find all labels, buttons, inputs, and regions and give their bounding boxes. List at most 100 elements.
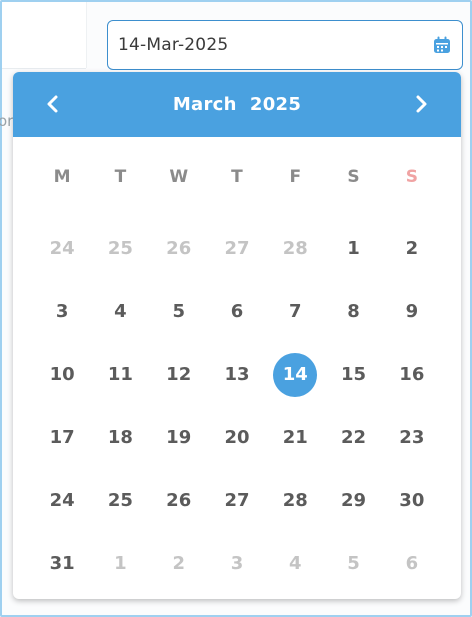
calendar-week-row: 24 25 26 27 28 1 2 — [33, 217, 461, 280]
day-button[interactable]: 23 — [390, 416, 434, 460]
next-month-button[interactable] — [407, 90, 435, 118]
day-button[interactable]: 5 — [157, 290, 201, 334]
day-button[interactable]: 7 — [273, 290, 317, 334]
day-button[interactable]: 28 — [273, 227, 317, 271]
day-cell: 2 — [150, 532, 208, 595]
day-cell: 17 — [33, 406, 91, 469]
day-cell: 29 — [324, 469, 382, 532]
day-button[interactable]: 17 — [40, 416, 84, 460]
day-button[interactable]: 6 — [215, 290, 259, 334]
weekday-label: F — [289, 167, 302, 187]
day-button[interactable]: 22 — [332, 416, 376, 460]
day-cell: 8 — [324, 280, 382, 343]
weekday-label: S — [347, 167, 360, 187]
day-button[interactable]: 4 — [273, 542, 317, 586]
day-button[interactable]: 29 — [332, 479, 376, 523]
day-cell: 26 — [150, 217, 208, 280]
day-cell: 16 — [383, 343, 441, 406]
day-button[interactable]: 1 — [332, 227, 376, 271]
day-button[interactable]: 6 — [390, 542, 434, 586]
day-button[interactable]: 31 — [40, 542, 84, 586]
day-cell: 1 — [324, 217, 382, 280]
day-button[interactable]: 5 — [332, 542, 376, 586]
day-button[interactable]: 28 — [273, 479, 317, 523]
day-button[interactable]: 15 — [332, 353, 376, 397]
calendar-week-row: 31 1 2 3 4 5 6 — [33, 532, 461, 595]
chevron-right-icon[interactable] — [413, 94, 429, 114]
calendar-grid: M T W T F S S 24 25 26 27 28 1 2 3 4 5 6 7 8 9 10 11 12 1… — [13, 137, 461, 595]
day-cell: 27 — [208, 217, 266, 280]
datepicker-popup: March 2025 M T W T F S S 24 25 26 27 28 1 2 3 4 5… — [13, 72, 461, 599]
calendar-icon[interactable] — [432, 35, 452, 55]
day-button[interactable]: 3 — [215, 542, 259, 586]
month-year-title: March 2025 — [173, 94, 301, 115]
day-cell: 9 — [383, 280, 441, 343]
day-button[interactable]: 27 — [215, 227, 259, 271]
day-cell: 25 — [91, 469, 149, 532]
day-button[interactable]: 11 — [98, 353, 142, 397]
day-button[interactable]: 24 — [40, 479, 84, 523]
day-button[interactable]: 26 — [157, 479, 201, 523]
calendar-weeks: 24 25 26 27 28 1 2 3 4 5 6 7 8 9 10 11 12 13 14 15 16 17 18 19 2… — [33, 217, 461, 595]
day-cell: 27 — [208, 469, 266, 532]
day-button[interactable]: 3 — [40, 290, 84, 334]
day-button[interactable]: 10 — [40, 353, 84, 397]
day-cell: 26 — [150, 469, 208, 532]
day-cell: 20 — [208, 406, 266, 469]
background-divider — [2, 68, 86, 69]
day-button[interactable]: 21 — [273, 416, 317, 460]
day-cell: 10 — [33, 343, 91, 406]
month-label: March — [172, 94, 237, 115]
day-cell: 1 — [91, 532, 149, 595]
year-label: 2025 — [249, 94, 302, 115]
day-button[interactable]: 4 — [98, 290, 142, 334]
date-input-value[interactable]: 14-Mar-2025 — [118, 35, 432, 55]
day-button[interactable]: 24 — [40, 227, 84, 271]
day-button[interactable]: 1 — [98, 542, 142, 586]
day-button[interactable]: 18 — [98, 416, 142, 460]
day-cell: 5 — [324, 532, 382, 595]
calendar-week-row: 24 25 26 27 28 29 30 — [33, 469, 461, 532]
day-cell: 24 — [33, 217, 91, 280]
datepicker-header: March 2025 — [13, 72, 461, 137]
day-button[interactable]: 25 — [98, 479, 142, 523]
day-button-selected[interactable]: 14 — [273, 352, 318, 397]
day-button[interactable]: 19 — [157, 416, 201, 460]
day-button[interactable]: 30 — [390, 479, 434, 523]
day-cell: 28 — [266, 469, 324, 532]
day-cell: 3 — [208, 532, 266, 595]
day-cell: 15 — [324, 343, 382, 406]
day-cell: 12 — [150, 343, 208, 406]
day-button[interactable]: 26 — [157, 227, 201, 271]
day-button[interactable]: 2 — [157, 542, 201, 586]
day-cell: 31 — [33, 532, 91, 595]
day-button[interactable]: 25 — [98, 227, 142, 271]
day-cell: 2 — [383, 217, 441, 280]
date-input-field[interactable]: 14-Mar-2025 — [107, 20, 463, 70]
day-cell: 30 — [383, 469, 441, 532]
day-cell: 28 — [266, 217, 324, 280]
weekday-label: M — [53, 167, 71, 187]
weekday-header-row: M T W T F S S — [33, 137, 461, 217]
day-button[interactable]: 13 — [215, 353, 259, 397]
calendar-week-row: 10 11 12 13 14 15 16 — [33, 343, 461, 406]
calendar-week-row: 3456789 — [33, 280, 461, 343]
day-cell: 14 — [266, 343, 324, 406]
day-cell: 6 — [208, 280, 266, 343]
day-cell: 24 — [33, 469, 91, 532]
day-button[interactable]: 16 — [390, 353, 434, 397]
day-cell: 6 — [383, 532, 441, 595]
chevron-left-icon[interactable] — [45, 94, 61, 114]
day-button[interactable]: 2 — [390, 227, 434, 271]
day-button[interactable]: 20 — [215, 416, 259, 460]
day-button[interactable]: 12 — [157, 353, 201, 397]
day-button[interactable]: 9 — [390, 290, 434, 334]
day-cell: 4 — [91, 280, 149, 343]
day-cell: 11 — [91, 343, 149, 406]
day-cell: 7 — [266, 280, 324, 343]
prev-month-button[interactable] — [39, 90, 67, 118]
day-cell: 25 — [91, 217, 149, 280]
weekday-label-sunday: S — [405, 167, 418, 187]
day-button[interactable]: 27 — [215, 479, 259, 523]
day-button[interactable]: 8 — [332, 290, 376, 334]
